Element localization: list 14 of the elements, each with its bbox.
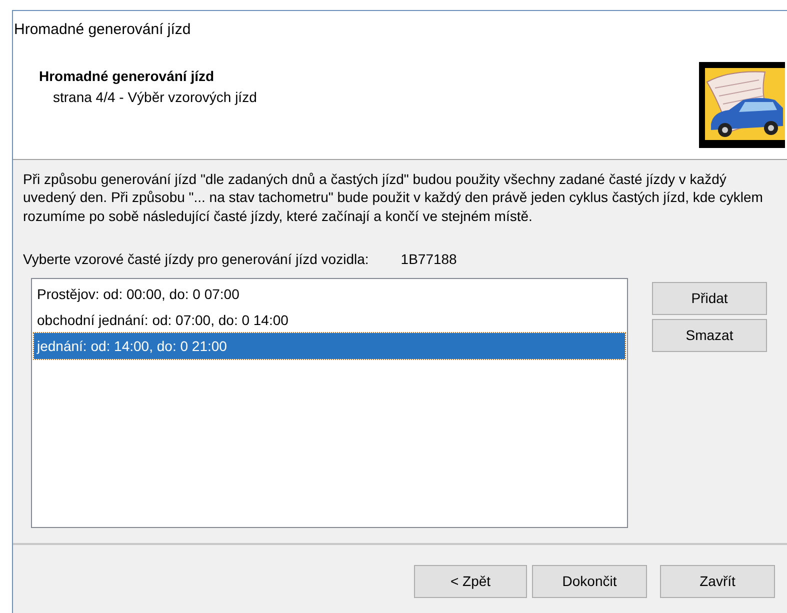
footer-button[interactable]: < Zpět bbox=[414, 565, 527, 598]
footer-button[interactable]: Zavřít bbox=[660, 565, 775, 598]
trip-list-item[interactable]: Prostějov: od: 00:00, do: 0 07:00 bbox=[34, 281, 625, 307]
description-text: Při způsobu generování jízd "dle zadaných dnů a častých jízd" budou použity všechny zadané časté jízdy v každý uvedený den. Při způsobu "... na stav tachometru" bude použit v každý den právě jeden cyklus častých jízd, kde cyklem rozumíme po sobě následující časté jízdy, které začínají a končí ve stejném místě. bbox=[23, 170, 764, 225]
vehicle-number: 1B77188 bbox=[400, 250, 457, 269]
side-button[interactable]: Smazat bbox=[652, 319, 767, 352]
car-document-icon bbox=[699, 62, 785, 148]
trip-list-item[interactable]: obchodní jednání: od: 07:00, do: 0 14:00 bbox=[34, 307, 625, 333]
vehicle-label: Vyberte vzorové časté jízdy pro generování jízd vozidla: bbox=[23, 250, 369, 269]
side-button[interactable]: Přidat bbox=[652, 282, 767, 315]
header-subtitle: strana 4/4 - Výběr vzorových jízd bbox=[52, 88, 257, 107]
footer-button[interactable]: Dokončit bbox=[532, 565, 647, 598]
trip-list-item[interactable]: jednání: od: 14:00, do: 0 21:00 bbox=[34, 333, 625, 359]
header-title: Hromadné generování jízd bbox=[39, 66, 216, 86]
